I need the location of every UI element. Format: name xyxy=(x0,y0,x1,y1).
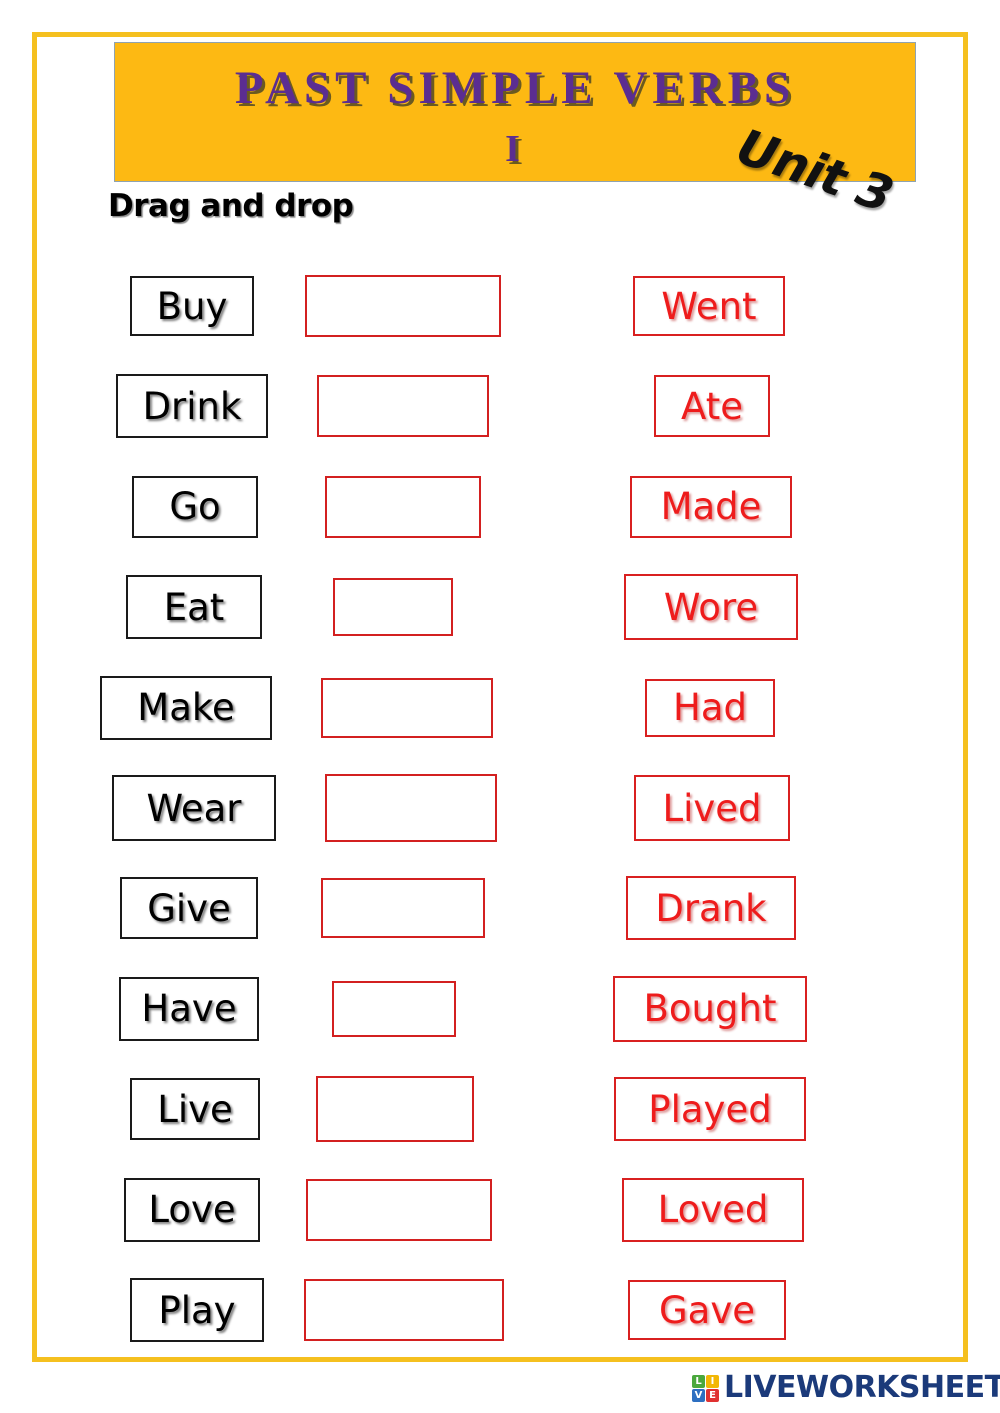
draggable-answer[interactable]: Made xyxy=(630,475,792,538)
drop-zone[interactable] xyxy=(306,1178,492,1241)
verb-box: Buy xyxy=(130,276,254,336)
draggable-answer[interactable]: Wore xyxy=(624,574,798,641)
exercise-row: Eat Wore xyxy=(0,557,1000,657)
instruction-text: Drag and drop xyxy=(108,188,354,224)
draggable-answer[interactable]: Played xyxy=(614,1077,806,1142)
exercise-row: Buy Went xyxy=(0,256,1000,356)
drop-zone[interactable] xyxy=(321,878,485,939)
exercise-row: Play Gave xyxy=(0,1260,1000,1360)
exercise-row: Go Made xyxy=(0,457,1000,557)
verb-box: Eat xyxy=(126,575,262,640)
exercise-row: Make Had xyxy=(0,658,1000,758)
verb-box: Make xyxy=(100,675,272,740)
verb-box: Live xyxy=(130,1078,260,1141)
logo-tile-e: E xyxy=(706,1388,719,1402)
draggable-answer[interactable]: Drank xyxy=(626,876,796,941)
drop-zone[interactable] xyxy=(317,375,489,438)
drop-zone[interactable] xyxy=(304,1279,504,1341)
logo-tiles: L I V E xyxy=(692,1374,719,1402)
drop-zone[interactable] xyxy=(321,677,493,738)
draggable-answer[interactable]: Gave xyxy=(628,1280,786,1340)
exercise-row: Drink Ate xyxy=(0,356,1000,456)
draggable-answer[interactable]: Lived xyxy=(634,775,790,841)
drop-zone[interactable] xyxy=(316,1076,474,1143)
draggable-answer[interactable]: Went xyxy=(633,276,785,336)
verb-box: Love xyxy=(124,1177,260,1242)
draggable-answer[interactable]: Bought xyxy=(613,975,807,1042)
verb-box: Go xyxy=(132,475,258,538)
drop-zone[interactable] xyxy=(325,475,481,538)
draggable-answer[interactable]: Loved xyxy=(622,1177,804,1242)
exercise-row: Have Bought xyxy=(0,959,1000,1059)
drop-zone[interactable] xyxy=(325,774,497,842)
verb-box: Drink xyxy=(116,374,268,439)
logo-tile-v: V xyxy=(692,1388,705,1402)
verb-box: Give xyxy=(120,877,258,940)
exercise-row: Wear Lived xyxy=(0,758,1000,858)
worksheet-title-line-1: PAST SIMPLE VERBS xyxy=(234,62,796,114)
exercise-row: Live Played xyxy=(0,1059,1000,1159)
drop-zone[interactable] xyxy=(332,980,456,1037)
verb-box: Have xyxy=(119,976,259,1041)
logo-tile-i: I xyxy=(706,1374,719,1388)
exercise-row: Give Drank xyxy=(0,858,1000,958)
exercise-row: Love Loved xyxy=(0,1160,1000,1260)
drop-zone[interactable] xyxy=(333,578,453,637)
verb-box: Play xyxy=(130,1278,264,1342)
draggable-answer[interactable]: Had xyxy=(645,678,775,737)
drop-zone[interactable] xyxy=(305,275,501,337)
liveworksheets-logo: L I V E LIVEWORKSHEETS xyxy=(692,1368,1000,1408)
verb-box: Wear xyxy=(112,775,276,841)
draggable-answer[interactable]: Ate xyxy=(654,375,770,438)
logo-wordmark: LIVEWORKSHEETS xyxy=(724,1370,1000,1405)
logo-tile-l: L xyxy=(692,1374,705,1388)
